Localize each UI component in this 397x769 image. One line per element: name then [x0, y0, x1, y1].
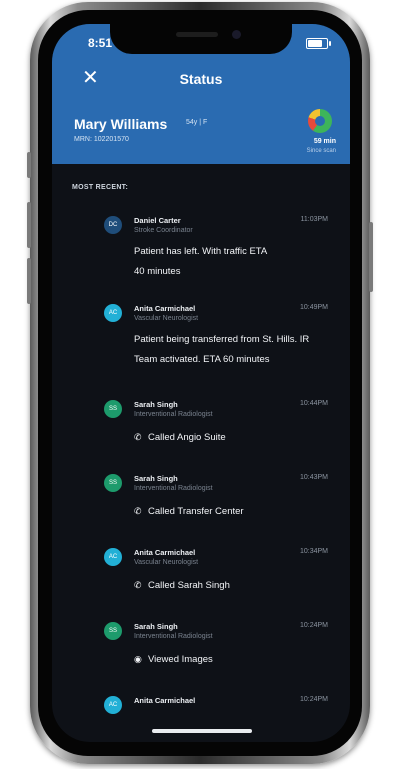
entry-action-text: Called Transfer Center [148, 506, 244, 517]
patient-demographics: 54y | F [186, 119, 208, 126]
phone-icon: ✆ [134, 580, 142, 590]
avatar: AC [104, 696, 122, 714]
volume-down-button [27, 258, 31, 304]
timer-ring-icon[interactable] [308, 109, 332, 133]
patient-name: Mary Williams [74, 116, 168, 132]
entry-time: 10:34PM [299, 548, 328, 555]
entry-author: Sarah Singh [134, 474, 178, 483]
section-label: MOST RECENT: [72, 184, 129, 191]
avatar: AC [104, 304, 122, 322]
entry-action-text: Viewed Images [148, 654, 213, 665]
notch [110, 24, 292, 54]
speaker-grille [176, 32, 218, 37]
entry-message-line: Patient has left. With traffic ETA [134, 246, 268, 257]
timer-value: 59 min [313, 138, 336, 145]
battery-icon [306, 38, 331, 49]
screen: 8:51 ✕ Status Mary Williams 54y | F MRN:… [52, 24, 350, 742]
avatar: SS [104, 400, 122, 418]
entry-author: Anita Carmichael [134, 548, 196, 557]
entry-message-line: 40 minutes [134, 266, 181, 277]
volume-up-button [27, 202, 31, 248]
entry-action-text: Called Sarah Singh [148, 580, 230, 591]
avatar: SS [104, 474, 122, 492]
front-camera [232, 30, 241, 39]
entry-author: Daniel Carter [134, 216, 181, 225]
mute-switch [27, 152, 31, 178]
entry-action: ✆ Called Transfer Center [134, 506, 244, 517]
entry-time: 10:44PM [299, 400, 328, 407]
entry-action: ◉ Viewed Images [134, 654, 213, 665]
entry-author: Sarah Singh [134, 622, 178, 631]
entry-message-line: Patient being transferred from St. Hills… [134, 334, 310, 345]
entry-role: Interventional Radiologist [134, 485, 213, 492]
entry-author: Anita Carmichael [134, 696, 196, 705]
entry-action-text: Called Angio Suite [148, 432, 226, 443]
avatar: AC [104, 548, 122, 566]
patient-mrn: MRN: 102201570 [74, 136, 129, 143]
avatar: SS [104, 622, 122, 640]
phone-frame: 8:51 ✕ Status Mary Williams 54y | F MRN:… [27, 2, 373, 764]
entry-role: Interventional Radiologist [134, 411, 213, 418]
page-title: Status [179, 71, 223, 87]
entry-role: Vascular Neurologist [134, 315, 199, 322]
status-time: 8:51 [88, 36, 113, 50]
entry-role: Interventional Radiologist [134, 633, 213, 640]
entry-action: ✆ Called Angio Suite [134, 432, 226, 443]
phone-icon: ✆ [134, 506, 142, 516]
phone-icon: ✆ [134, 432, 142, 442]
timer-label: Since scan [306, 148, 336, 154]
entry-time: 10:24PM [299, 622, 328, 629]
entry-time: 10:24PM [299, 696, 328, 703]
home-indicator[interactable] [152, 729, 252, 733]
entry-author: Anita Carmichael [134, 304, 196, 313]
entry-action: ✆ Called Sarah Singh [134, 580, 230, 591]
power-button [369, 222, 373, 292]
bezel: 8:51 ✕ Status Mary Williams 54y | F MRN:… [38, 10, 362, 756]
entry-role: Vascular Neurologist [134, 559, 199, 566]
entry-message-line: Team activated. ETA 60 minutes [134, 354, 270, 365]
entry-time: 11:03PM [300, 216, 329, 223]
avatar: DC [104, 216, 122, 234]
entry-role: Stroke Coordinator [134, 227, 193, 234]
entry-time: 10:49PM [299, 304, 328, 311]
entry-time: 10:43PM [299, 474, 328, 481]
eye-icon: ◉ [134, 654, 142, 664]
entry-author: Sarah Singh [134, 400, 178, 409]
